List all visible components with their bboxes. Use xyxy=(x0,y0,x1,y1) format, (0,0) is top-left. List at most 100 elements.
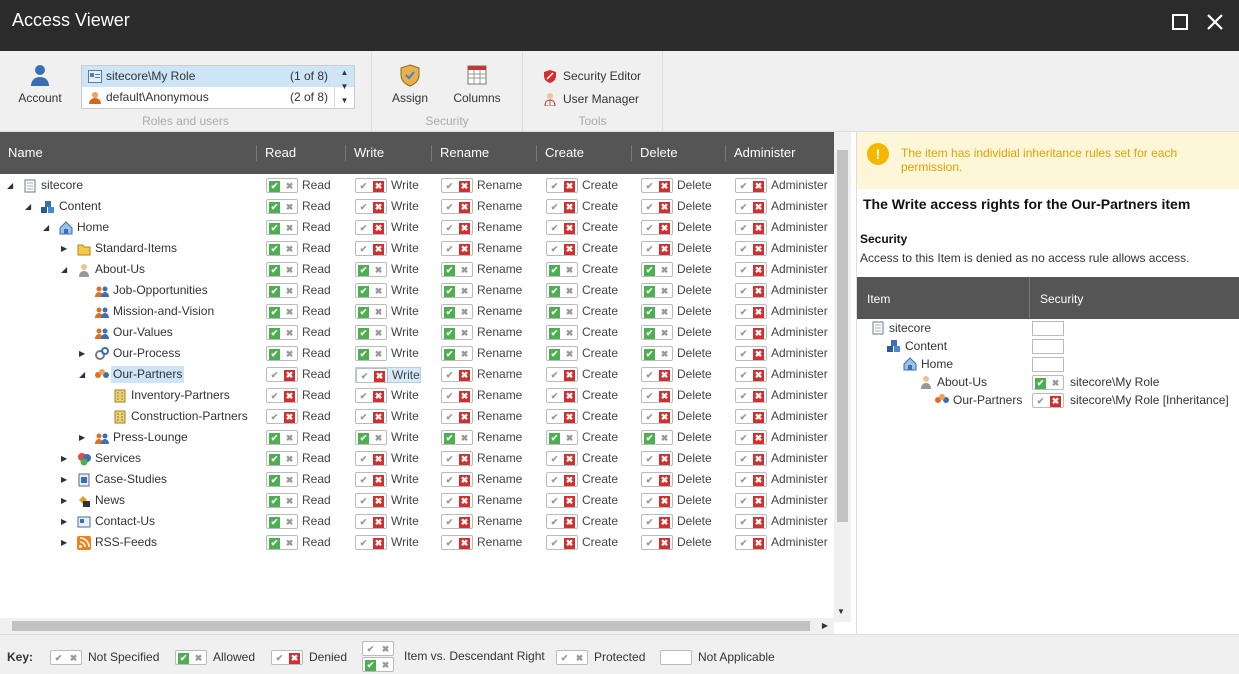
collapse-arrow-icon[interactable]: ◢ xyxy=(25,196,35,217)
permission-cell[interactable]: ✔ ✖ Create xyxy=(546,220,618,236)
permission-cell[interactable]: ✔ ✖ Delete xyxy=(641,409,712,425)
permission-cell[interactable]: ✔ ✖ Delete xyxy=(641,220,712,236)
permission-cell[interactable]: ✔ ✖ Read xyxy=(266,220,331,236)
permission-cell[interactable]: ✔ ✖ Rename xyxy=(441,178,522,194)
permission-cell[interactable]: ✔ ✖ Create xyxy=(546,409,618,425)
table-row[interactable]: Mission-and-Vision ✔ ✖ Read ✔ ✖ Write ✔ ✖ Rename ✔… xyxy=(0,301,834,322)
expand-arrow-icon[interactable]: ▶ xyxy=(61,238,71,259)
permission-cell[interactable]: ✔ ✖ Write xyxy=(355,472,419,488)
permission-cell[interactable]: ✔ ✖ Administer xyxy=(735,178,828,194)
permission-cell[interactable]: ✔ ✖ Create xyxy=(546,325,618,341)
scroll-end-icon[interactable]: ▼ xyxy=(335,94,354,108)
permission-cell[interactable]: ✔ ✖ Administer xyxy=(735,472,828,488)
permission-cell[interactable]: ✔ ✖ Read xyxy=(266,325,331,341)
horizontal-scrollbar[interactable]: ▶ xyxy=(0,618,834,634)
table-row[interactable]: ▶ Standard-Items ✔ ✖ Read ✔ ✖ Write ✔ ✖ Rename ✔ ✖ Cr… xyxy=(0,238,834,259)
permission-cell[interactable]: ✔ ✖ Read xyxy=(266,199,331,215)
permission-cell[interactable]: ✔ ✖ Rename xyxy=(441,325,522,341)
permission-cell[interactable]: ✔ ✖ Rename xyxy=(441,367,522,383)
expand-arrow-icon[interactable]: ▶ xyxy=(61,448,71,469)
permission-cell[interactable]: ✔ ✖ Read xyxy=(266,262,331,278)
permission-cell[interactable]: ✔ ✖ Read xyxy=(266,241,331,257)
column-header-delete[interactable]: Delete xyxy=(631,145,678,161)
vertical-scrollbar[interactable]: ▼ xyxy=(834,132,851,622)
permission-cell[interactable]: ✔ ✖ Write xyxy=(355,304,419,320)
permission-cell[interactable]: ✔ ✖ Write xyxy=(355,514,419,530)
permission-cell[interactable]: ✔ ✖ Rename xyxy=(441,451,522,467)
permission-cell[interactable]: ✔ ✖ Delete xyxy=(641,346,712,362)
permission-cell[interactable]: ✔ ✖ Delete xyxy=(641,178,712,194)
permission-cell[interactable]: ✔ ✖ Delete xyxy=(641,514,712,530)
table-row[interactable]: ◢ Home ✔ ✖ Read ✔ ✖ Write ✔ ✖ Rename ✔ ✖ Create ✔ ✖ Dele… xyxy=(0,217,834,238)
table-row[interactable]: ◢ About-Us ✔ ✖ Read ✔ ✖ Write ✔ ✖ Rename ✔ ✖ Create ✔ ✖… xyxy=(0,259,834,280)
permission-cell[interactable]: ✔ ✖ Rename xyxy=(441,283,522,299)
permission-cell[interactable]: ✔ ✖ Rename xyxy=(441,346,522,362)
expand-arrow-icon[interactable]: ▶ xyxy=(61,469,71,490)
permission-cell[interactable]: ✔ ✖ Delete xyxy=(641,283,712,299)
permission-cell[interactable]: ✔ ✖ Write xyxy=(355,178,419,194)
collapse-arrow-icon[interactable]: ◢ xyxy=(43,217,53,238)
permission-cell[interactable]: ✔ ✖ Write xyxy=(355,346,419,362)
permission-cell[interactable]: ✔ ✖ Delete xyxy=(641,451,712,467)
scroll-right-icon[interactable]: ▶ xyxy=(822,621,828,630)
permission-cell[interactable]: ✔ ✖ Rename xyxy=(441,409,522,425)
permission-cell[interactable]: ✔ ✖ Delete xyxy=(641,262,712,278)
permission-cell[interactable]: ✔ ✖ Write xyxy=(355,199,419,215)
permission-cell[interactable]: ✔ ✖ Create xyxy=(546,451,618,467)
permission-cell[interactable]: ✔ ✖ Rename xyxy=(441,304,522,320)
permission-cell[interactable]: ✔ ✖ Administer xyxy=(735,283,828,299)
collapse-arrow-icon[interactable]: ◢ xyxy=(79,364,89,385)
permission-cell[interactable]: ✔ ✖ Rename xyxy=(441,493,522,509)
permission-cell[interactable]: ✔ ✖ Read xyxy=(266,388,331,404)
collapse-arrow-icon[interactable]: ◢ xyxy=(61,259,71,280)
permission-cell[interactable]: ✔ ✖ Administer xyxy=(735,262,828,278)
permission-cell[interactable]: ✔ ✖ Create xyxy=(546,178,618,194)
permission-cell[interactable]: ✔ ✖ Delete xyxy=(641,367,712,383)
permission-cell[interactable]: ✔ ✖ Create xyxy=(546,430,618,446)
permission-cell[interactable]: ✔ ✖ Read xyxy=(266,304,331,320)
table-row[interactable]: ▶ Contact-Us ✔ ✖ Read ✔ ✖ Write ✔ ✖ Rename ✔ ✖ Create… xyxy=(0,511,834,532)
permission-cell[interactable]: ✔ ✖ Read xyxy=(266,409,331,425)
permission-cell[interactable]: ✔ ✖ Write xyxy=(355,493,419,509)
scroll-up-icon[interactable]: ▲ xyxy=(335,66,354,80)
permission-cell[interactable]: ✔ ✖ Delete xyxy=(641,199,712,215)
permission-cell[interactable]: ✔ ✖ Delete xyxy=(641,430,712,446)
permission-cell[interactable]: ✔ ✖ Create xyxy=(546,262,618,278)
permission-cell[interactable]: ✔ ✖ Read xyxy=(266,367,331,383)
column-header-rename[interactable]: Rename xyxy=(431,145,489,161)
permission-cell[interactable]: ✔ ✖ Administer xyxy=(735,514,828,530)
column-header-write[interactable]: Write xyxy=(345,145,384,161)
permission-cell[interactable]: ✔ ✖ Administer xyxy=(735,493,828,509)
permission-cell[interactable]: ✔ ✖ Rename xyxy=(441,199,522,215)
permission-cell[interactable]: ✔ ✖ Write xyxy=(355,409,419,425)
table-row[interactable]: Construction-Partners ✔ ✖ Read ✔ ✖ Write ✔ ✖ Rena… xyxy=(0,406,834,427)
permission-cell[interactable]: ✔ ✖ Read xyxy=(266,346,331,362)
permission-cell[interactable]: ✔ ✖ Create xyxy=(546,241,618,257)
permission-cell[interactable]: ✔ ✖ Delete xyxy=(641,388,712,404)
permission-cell[interactable]: ✔ ✖ Rename xyxy=(441,535,522,551)
table-row[interactable]: ▶ Press-Lounge ✔ ✖ Read ✔ ✖ Write ✔ ✖ Rename ✔ ✖ Crea… xyxy=(0,427,834,448)
permission-cell[interactable]: ✔ ✖ Rename xyxy=(441,220,522,236)
table-row[interactable]: ▶ Our-Process ✔ ✖ Read ✔ ✖ Write ✔ ✖ Rename ✔ ✖ Creat… xyxy=(0,343,834,364)
permission-cell[interactable]: ✔ ✖ Delete xyxy=(641,493,712,509)
table-row[interactable]: ◢ Content ✔ ✖ Read ✔ ✖ Write ✔ ✖ Rename ✔ ✖ Create ✔ ✖ D… xyxy=(0,196,834,217)
expand-arrow-icon[interactable]: ▶ xyxy=(79,427,89,448)
expand-arrow-icon[interactable]: ▶ xyxy=(61,511,71,532)
permission-cell[interactable]: ✔ ✖ Administer xyxy=(735,535,828,551)
expand-arrow-icon[interactable]: ▶ xyxy=(79,343,89,364)
permission-cell[interactable]: ✔ ✖ Read xyxy=(266,535,331,551)
permission-cell[interactable]: ✔ ✖ Write xyxy=(355,283,419,299)
scroll-thumb[interactable] xyxy=(12,621,810,631)
permission-cell[interactable]: ✔ ✖ Read xyxy=(266,178,331,194)
permission-cell[interactable]: ✔ ✖ Administer xyxy=(735,241,828,257)
permission-cell[interactable]: ✔ ✖ Read xyxy=(266,283,331,299)
expand-arrow-icon[interactable]: ▶ xyxy=(61,532,71,553)
permission-cell[interactable]: ✔ ✖ Create xyxy=(546,304,618,320)
account-list[interactable]: sitecore\My Role (1 of 8) default\Anonym… xyxy=(81,65,355,109)
permission-cell[interactable]: ✔ ✖ Administer xyxy=(735,430,828,446)
permission-cell[interactable]: ✔ ✖ Rename xyxy=(441,262,522,278)
permission-cell[interactable]: ✔ ✖ Create xyxy=(546,514,618,530)
permission-cell[interactable]: ✔ ✖ Rename xyxy=(441,241,522,257)
permission-cell[interactable]: ✔ ✖ Read xyxy=(266,451,331,467)
permission-cell[interactable]: ✔ ✖ Delete xyxy=(641,535,712,551)
